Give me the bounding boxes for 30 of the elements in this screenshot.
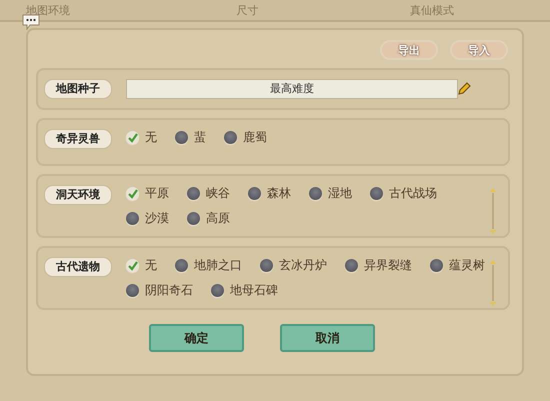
- radio-option[interactable]: 玄冰丹炉: [260, 257, 327, 274]
- radio-option[interactable]: 蜚: [175, 129, 206, 146]
- radio-option[interactable]: 沙漠: [126, 210, 169, 227]
- radio-option[interactable]: 湿地: [309, 185, 352, 202]
- section-label: 地图种子: [44, 79, 112, 99]
- section-label: 洞天环境: [44, 185, 112, 205]
- confirm-button[interactable]: 确定: [149, 324, 244, 352]
- radio-option[interactable]: 古代战场: [370, 185, 437, 202]
- section-label: 奇异灵兽: [44, 129, 112, 149]
- section-label: 古代遗物: [44, 257, 112, 277]
- scrollbar-icon[interactable]: [490, 260, 496, 306]
- radio-option[interactable]: 异界裂缝: [345, 257, 412, 274]
- scrollbar-icon[interactable]: [490, 188, 496, 234]
- radio-option[interactable]: 阴阳奇石: [126, 282, 193, 299]
- radio-option[interactable]: 蕴灵树: [430, 257, 485, 274]
- background-label: 真仙模式: [408, 2, 455, 18]
- radio-option[interactable]: 地母石碑: [211, 282, 278, 299]
- radio-option[interactable]: 高原: [187, 210, 230, 227]
- radio-option[interactable]: 森林: [248, 185, 291, 202]
- radio-option[interactable]: 无: [126, 129, 157, 146]
- radio-option[interactable]: 地肺之口: [175, 257, 242, 274]
- radio-option[interactable]: 无: [126, 257, 157, 274]
- chat-bubble-icon[interactable]: [22, 14, 40, 30]
- radio-option[interactable]: 平原: [126, 185, 169, 202]
- radio-option[interactable]: 峡谷: [187, 185, 230, 202]
- radio-option[interactable]: 鹿蜀: [224, 129, 267, 146]
- pencil-icon[interactable]: [456, 81, 472, 97]
- cancel-button[interactable]: 取消: [280, 324, 375, 352]
- seed-field[interactable]: 最高难度: [126, 79, 458, 99]
- background-label: 尺寸: [235, 2, 260, 18]
